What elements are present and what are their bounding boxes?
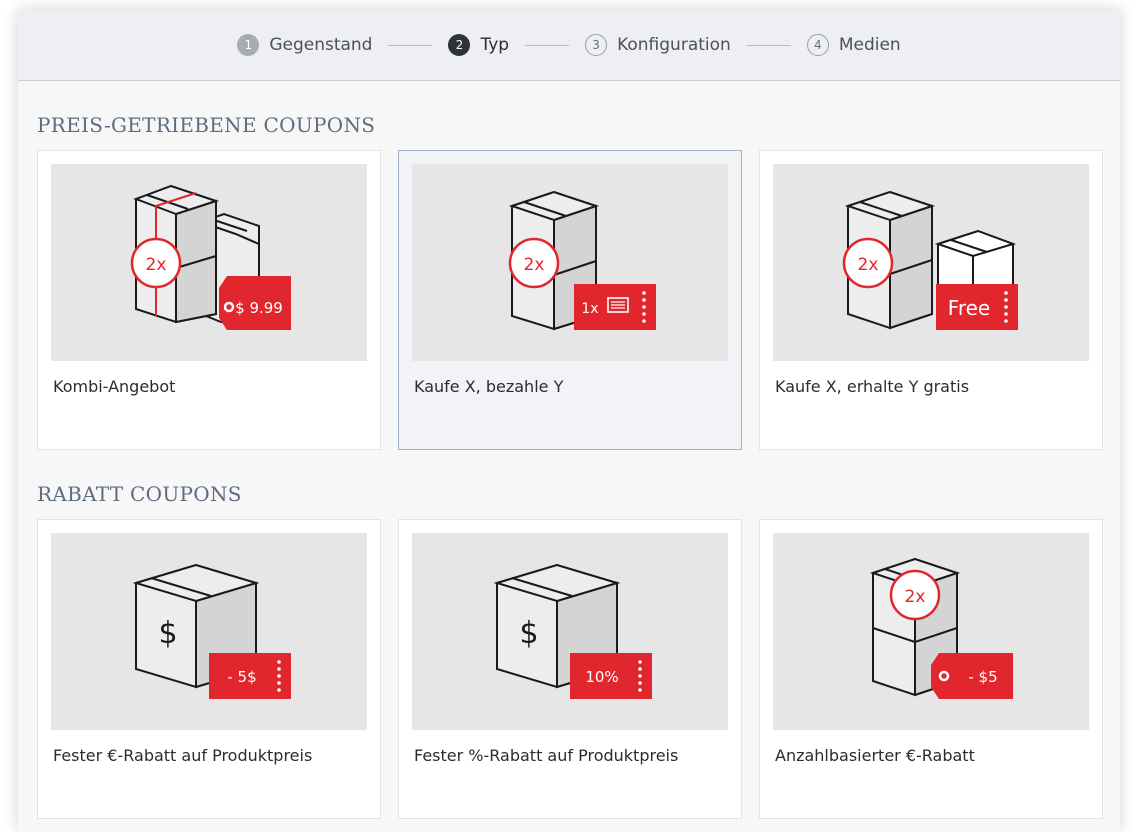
discount-tag-text: - $5 [968, 668, 997, 686]
step-gegenstand[interactable]: 1 Gegenstand [237, 34, 372, 56]
quantity-discount-icon: 2x - $5 [869, 557, 1013, 699]
card-label: Kaufe X, erhalte Y gratis [775, 377, 970, 396]
card-image: $ 10% [412, 533, 728, 730]
step-connector [525, 44, 570, 46]
card-label: Anzahlbasierter €-Rabatt [775, 746, 975, 765]
coupon-card-buy-x-get-y-free[interactable]: 2x Free Kaufe X, erhalte Y gratis [759, 150, 1103, 450]
coupon-card-percent[interactable]: $ 10% Fester %-Rabatt auf Produktpreis [398, 519, 742, 819]
step-label: Gegenstand [269, 35, 373, 55]
quantity-badge-text: 2x [905, 587, 926, 607]
bundle-boxes-icon: 2x $ 9.99 [130, 184, 291, 330]
step-label: Konfiguration [617, 35, 731, 55]
card-image: 2x - $5 [773, 533, 1089, 730]
card-label: Fester €-Rabatt auf Produktpreis [53, 746, 313, 765]
buy-x-get-y-free-icon: 2x Free [842, 190, 1018, 330]
step-label: Medien [838, 35, 901, 55]
step-label: Typ [480, 35, 510, 55]
fixed-amount-discount-icon: $ - 5$ [132, 563, 291, 699]
step-medien[interactable]: 4 Medien [806, 34, 901, 56]
quantity-badge-text: 2x [524, 255, 545, 275]
dollar-symbol: $ [519, 616, 538, 651]
card-label: Kombi-Angebot [53, 377, 176, 396]
step-connector [388, 44, 433, 46]
section-title-discount-coupons: RABATT COUPONS [37, 482, 242, 506]
coupon-card-fixed-amount[interactable]: $ - 5$ Fester €-Rabatt auf Produktpreis [37, 519, 381, 819]
percent-tag-text: 10% [585, 668, 618, 686]
card-image: 2x Free [773, 164, 1089, 361]
free-tag-text: Free [948, 296, 990, 320]
card-image: 2x $ 9.99 [51, 164, 367, 361]
step-number: 3 [585, 34, 608, 56]
discount-tag-text: - 5$ [227, 668, 256, 686]
dollar-symbol: $ [158, 616, 177, 651]
wizard-stepper: 1 Gegenstand 2 Typ 3 Konfiguration 4 Med… [18, 10, 1120, 81]
step-number: 1 [237, 34, 260, 56]
card-image: 2x 1x [412, 164, 728, 361]
coupon-card-buy-x-pay-y[interactable]: 2x 1x Kaufe X, bezahle Y [398, 150, 742, 450]
price-tag-text: $ 9.99 [235, 299, 283, 317]
coupon-card-bundle[interactable]: 2x $ 9.99 Kombi-Angebot [37, 150, 381, 450]
percent-discount-icon: $ 10% [493, 563, 652, 699]
step-connector [746, 44, 791, 46]
card-label: Kaufe X, bezahle Y [414, 377, 564, 396]
coupon-card-quantity-based[interactable]: 2x - $5 Anzahlbasierter €-Rabatt [759, 519, 1103, 819]
coupon-wizard-panel: 1 Gegenstand 2 Typ 3 Konfiguration 4 Med… [18, 10, 1120, 832]
card-label: Fester %-Rabatt auf Produktpreis [414, 746, 679, 765]
card-image: $ - 5$ [51, 533, 367, 730]
quantity-badge-text: 2x [858, 255, 879, 275]
step-number: 2 [448, 34, 471, 56]
section-title-price-coupons: PREIS-GETRIEBENE COUPONS [37, 113, 376, 137]
pay-tag-text: 1x [581, 301, 598, 317]
buy-x-pay-y-icon: 2x 1x [508, 190, 656, 331]
step-number: 4 [806, 34, 829, 56]
step-typ[interactable]: 2 Typ [448, 34, 509, 56]
step-konfiguration[interactable]: 3 Konfiguration [585, 34, 731, 56]
quantity-badge-text: 2x [146, 255, 167, 275]
